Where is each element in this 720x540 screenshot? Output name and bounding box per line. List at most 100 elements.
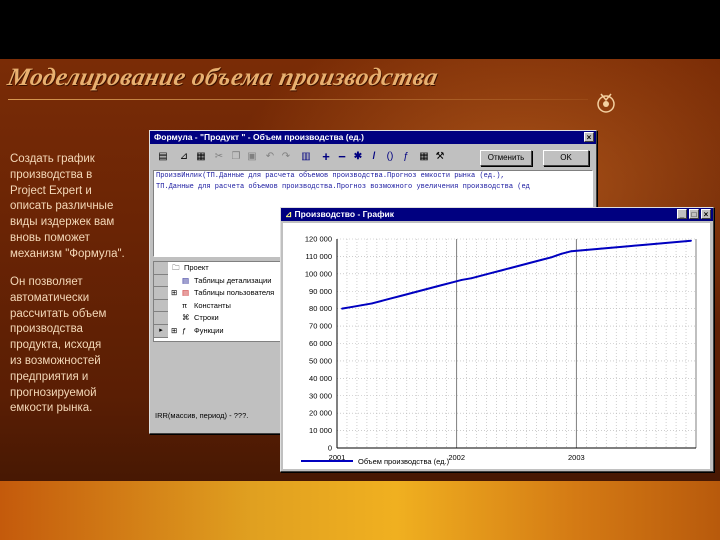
cut-icon[interactable]: ✂ xyxy=(213,151,225,163)
print-icon[interactable]: ▦ xyxy=(195,151,207,163)
data-point xyxy=(530,261,533,264)
text-line: Project Expert и xyxy=(10,184,92,197)
undo-icon[interactable]: ↶ xyxy=(264,151,276,163)
title-divider xyxy=(8,99,588,100)
data-point xyxy=(460,279,463,281)
tree-item[interactable]: ▤ Таблицы детализации xyxy=(154,274,282,288)
data-point xyxy=(380,299,383,302)
data-point xyxy=(500,269,503,272)
function-hint: IRR(массив, период) - ???. xyxy=(155,411,249,420)
grid-icon[interactable]: ▦ xyxy=(418,151,430,163)
data-point xyxy=(470,277,473,280)
table-icon: ▤ xyxy=(182,288,190,298)
data-point xyxy=(430,286,433,289)
tree-item[interactable]: ⌘ Строки xyxy=(154,312,282,325)
data-point xyxy=(490,272,493,274)
close-icon[interactable]: × xyxy=(701,209,711,219)
minimize-icon[interactable]: _ xyxy=(677,209,687,219)
text-line: механизм "Формула". xyxy=(10,247,125,260)
chart-canvas: 0 10 000 20 000 30 000 40 000 50 000 60 000 70 … xyxy=(283,223,710,469)
expand-icon[interactable]: ⊞ xyxy=(171,287,177,300)
y-tick-label: 90 000 xyxy=(309,287,332,296)
tree-item[interactable]: 🗀 Проект xyxy=(154,262,282,275)
maximize-icon[interactable]: □ xyxy=(689,209,699,219)
data-point xyxy=(510,266,513,269)
data-point xyxy=(650,243,653,246)
text-line: производства в xyxy=(10,168,93,181)
data-point xyxy=(570,250,573,253)
text-line: производства xyxy=(10,323,83,336)
multiply-icon[interactable]: ✱ xyxy=(352,151,364,163)
table-icon[interactable]: ▥ xyxy=(300,151,312,163)
wrench-icon[interactable]: ⚒ xyxy=(434,151,446,163)
data-point xyxy=(670,241,672,244)
data-point xyxy=(660,242,662,245)
tree-item[interactable]: π Константы xyxy=(154,299,282,313)
y-tick-label: 100 000 xyxy=(305,269,332,278)
slide-title: Моделирование объема производства xyxy=(5,64,441,91)
text-line: продукта, исходя xyxy=(10,339,102,352)
cancel-button[interactable]: Отменить xyxy=(480,150,532,166)
data-point xyxy=(680,240,682,243)
y-tick-label: 40 000 xyxy=(309,374,332,383)
formula-window-titlebar[interactable]: Формула - "Продукт " - Объем производств… xyxy=(150,131,596,144)
ok-button[interactable]: OK xyxy=(543,150,589,166)
data-point xyxy=(351,306,353,308)
y-tick-label: 110 000 xyxy=(305,252,332,261)
text-line: емкости рынка. xyxy=(10,402,93,415)
plus-icon[interactable]: + xyxy=(320,150,332,163)
chart-window-title: Производство - График xyxy=(294,209,395,219)
data-point xyxy=(450,281,453,284)
code-line: ПроизвИнлик(ТП.Данные для расчета объемо… xyxy=(156,172,505,180)
close-icon[interactable]: × xyxy=(584,132,594,142)
data-point xyxy=(400,294,403,297)
text-line: прогнозируемой xyxy=(10,386,97,399)
folder-icon: 🗀 xyxy=(172,263,180,272)
save-icon[interactable]: ▤ xyxy=(157,151,169,163)
text-line: из возможностей xyxy=(10,354,101,367)
paste-icon[interactable]: ▣ xyxy=(246,151,258,163)
y-tick-label: 80 000 xyxy=(309,304,332,313)
redo-icon[interactable]: ↷ xyxy=(280,151,292,163)
data-point xyxy=(630,245,633,247)
y-tick-label: 10 000 xyxy=(309,426,332,435)
table-icon: ▤ xyxy=(182,275,190,285)
copy-icon[interactable]: ❐ xyxy=(230,151,242,163)
divide-icon[interactable]: / xyxy=(368,151,380,163)
minus-icon[interactable]: − xyxy=(336,150,348,163)
formula-window-title: Формула - "Продукт " - Объем производств… xyxy=(154,132,364,142)
text-line: вновь поможет xyxy=(10,231,90,244)
data-point xyxy=(390,297,393,300)
logo-icon xyxy=(597,93,615,113)
y-tick-label: 20 000 xyxy=(309,409,332,418)
chart-window-titlebar[interactable]: ⊿ Производство - График _ □ × xyxy=(281,208,713,221)
code-line: ТП.Данные для расчета объемов производст… xyxy=(156,183,530,191)
data-point xyxy=(440,284,443,287)
function-icon[interactable]: ƒ xyxy=(400,151,412,163)
tree-item[interactable]: ▸ ⊞ ƒ Функции xyxy=(154,324,282,338)
text-line: Создать график xyxy=(10,153,95,165)
data-point xyxy=(620,245,623,248)
tree-item[interactable]: ⊞ ▤ Таблицы пользователя xyxy=(154,287,282,300)
data-point xyxy=(590,248,593,251)
data-point xyxy=(361,304,363,307)
data-point xyxy=(640,244,643,246)
chart-window: ⊿ Производство - График _ □ × 0 10 000 20 … xyxy=(280,207,714,472)
y-tick-label: 70 000 xyxy=(309,322,332,331)
function-icon: ƒ xyxy=(182,325,187,335)
legend-label: Объем производства (ед.) xyxy=(358,457,450,466)
data-point xyxy=(480,274,483,277)
x-tick-label: 2002 xyxy=(448,453,465,462)
bottom-decor-band xyxy=(0,481,720,540)
text-line: описать различные xyxy=(10,200,114,213)
brackets-icon[interactable]: () xyxy=(384,151,396,163)
text-line: рассчитать объем xyxy=(10,307,107,320)
text-line: автоматически xyxy=(10,291,90,304)
y-tick-label: 30 000 xyxy=(309,391,332,400)
data-point xyxy=(410,292,413,294)
chart-icon[interactable]: ⊿ xyxy=(178,151,190,163)
expand-icon[interactable]: ⊞ xyxy=(171,325,177,338)
data-point xyxy=(600,247,603,250)
data-point xyxy=(560,252,563,255)
pi-icon: π xyxy=(182,300,188,310)
